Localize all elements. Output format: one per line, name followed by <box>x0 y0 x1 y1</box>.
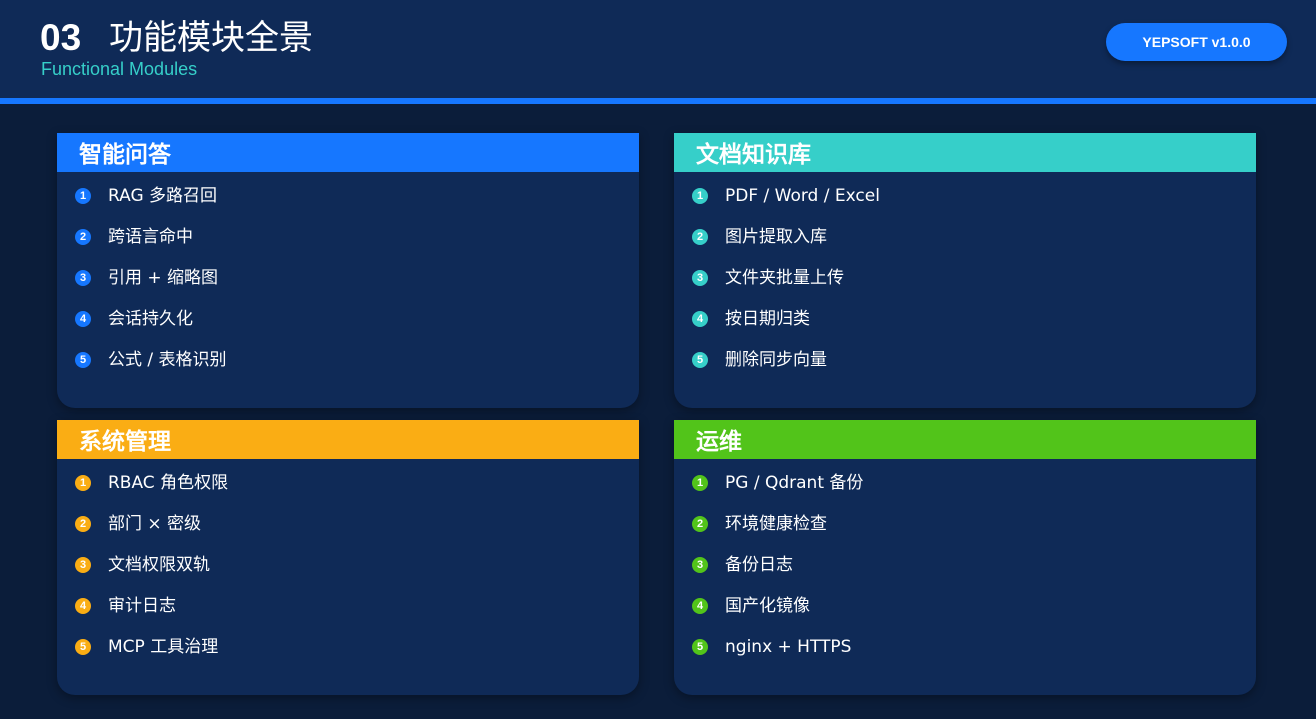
list-item: 4 国产化镜像 <box>692 595 1242 636</box>
number-badge: 1 <box>75 188 91 204</box>
list-item: 2 环境健康检查 <box>692 513 1242 554</box>
list-item: 3 文件夹批量上传 <box>692 267 1242 308</box>
number-badge: 4 <box>75 311 91 327</box>
item-label: 公式 / 表格识别 <box>108 350 227 370</box>
module-item-list: 1 PG / Qdrant 备份 2 环境健康检查 3 备份日志 4 国产化镜像 5 nginx … <box>692 472 1242 677</box>
item-label: 备份日志 <box>725 555 793 575</box>
number-badge: 2 <box>75 516 91 532</box>
number-badge: 3 <box>75 557 91 573</box>
header-divider <box>0 98 1316 104</box>
item-label: RAG 多路召回 <box>108 186 218 206</box>
list-item: 4 按日期归类 <box>692 308 1242 349</box>
list-item: 1 RAG 多路召回 <box>75 185 625 226</box>
item-label: 删除同步向量 <box>725 350 827 370</box>
item-label: 引用 + 缩略图 <box>108 268 219 288</box>
number-badge: 1 <box>692 188 708 204</box>
list-item: 1 PDF / Word / Excel <box>692 185 1242 226</box>
module-title: 系统管理 <box>79 428 171 455</box>
module-card-knowledge-base: 文档知识库 1 PDF / Word / Excel 2 图片提取入库 3 文件夹批量上传… <box>674 133 1256 408</box>
item-label: 会话持久化 <box>108 309 193 329</box>
number-badge: 4 <box>75 598 91 614</box>
list-item: 1 PG / Qdrant 备份 <box>692 472 1242 513</box>
module-card-qa: 智能问答 1 RAG 多路召回 2 跨语言命中 3 引用 + 缩略图 4 会话持久化 5 公式 /… <box>57 133 639 408</box>
number-badge: 3 <box>75 270 91 286</box>
version-badge: YEPSOFT v1.0.0 <box>1106 23 1287 61</box>
item-label: 国产化镜像 <box>725 596 810 616</box>
list-item: 4 会话持久化 <box>75 308 625 349</box>
module-card-header: 智能问答 <box>57 133 639 172</box>
list-item: 4 审计日志 <box>75 595 625 636</box>
item-label: RBAC 角色权限 <box>108 473 229 493</box>
list-item: 2 部门 × 密级 <box>75 513 625 554</box>
section-number: 03 <box>40 17 82 58</box>
item-label: MCP 工具治理 <box>108 637 219 657</box>
number-badge: 3 <box>692 557 708 573</box>
list-item: 1 RBAC 角色权限 <box>75 472 625 513</box>
list-item: 2 跨语言命中 <box>75 226 625 267</box>
number-badge: 1 <box>692 475 708 491</box>
list-item: 5 公式 / 表格识别 <box>75 349 625 390</box>
item-label: 文件夹批量上传 <box>725 268 844 288</box>
page-header: 03 功能模块全景 Functional Modules YEPSOFT v1.… <box>0 0 1316 98</box>
item-label: 审计日志 <box>108 596 176 616</box>
number-badge: 2 <box>692 516 708 532</box>
item-label: PDF / Word / Excel <box>725 186 880 206</box>
page-title: 功能模块全景 <box>109 18 313 58</box>
module-card-header: 文档知识库 <box>674 133 1256 172</box>
number-badge: 3 <box>692 270 708 286</box>
item-label: nginx + HTTPS <box>725 637 852 657</box>
list-item: 3 备份日志 <box>692 554 1242 595</box>
item-label: 文档权限双轨 <box>108 555 210 575</box>
list-item: 5 MCP 工具治理 <box>75 636 625 677</box>
item-label: PG / Qdrant 备份 <box>725 473 864 493</box>
item-label: 图片提取入库 <box>725 227 827 247</box>
item-label: 部门 × 密级 <box>108 514 202 534</box>
module-title: 文档知识库 <box>696 141 811 168</box>
module-card-header: 运维 <box>674 420 1256 459</box>
number-badge: 4 <box>692 311 708 327</box>
list-item: 2 图片提取入库 <box>692 226 1242 267</box>
number-badge: 5 <box>692 639 708 655</box>
list-item: 3 文档权限双轨 <box>75 554 625 595</box>
module-item-list: 1 PDF / Word / Excel 2 图片提取入库 3 文件夹批量上传 4 按日期归类… <box>692 185 1242 390</box>
module-card-header: 系统管理 <box>57 420 639 459</box>
item-label: 环境健康检查 <box>725 514 827 534</box>
module-title: 智能问答 <box>79 141 171 168</box>
number-badge: 5 <box>692 352 708 368</box>
list-item: 5 删除同步向量 <box>692 349 1242 390</box>
module-card-system-admin: 系统管理 1 RBAC 角色权限 2 部门 × 密级 3 文档权限双轨 4 审计日志 5 MCP … <box>57 420 639 695</box>
list-item: 5 nginx + HTTPS <box>692 636 1242 677</box>
module-item-list: 1 RBAC 角色权限 2 部门 × 密级 3 文档权限双轨 4 审计日志 5 MCP 工具治理 <box>75 472 625 677</box>
module-card-ops: 运维 1 PG / Qdrant 备份 2 环境健康检查 3 备份日志 4 国产化镜像 5 ngi… <box>674 420 1256 695</box>
number-badge: 1 <box>75 475 91 491</box>
page-subtitle: Functional Modules <box>41 59 198 79</box>
number-badge: 2 <box>692 229 708 245</box>
number-badge: 2 <box>75 229 91 245</box>
item-label: 按日期归类 <box>725 309 810 329</box>
number-badge: 4 <box>692 598 708 614</box>
number-badge: 5 <box>75 639 91 655</box>
number-badge: 5 <box>75 352 91 368</box>
module-title: 运维 <box>696 428 742 455</box>
list-item: 3 引用 + 缩略图 <box>75 267 625 308</box>
module-item-list: 1 RAG 多路召回 2 跨语言命中 3 引用 + 缩略图 4 会话持久化 5 公式 / 表格识别 <box>75 185 625 390</box>
item-label: 跨语言命中 <box>108 227 193 247</box>
